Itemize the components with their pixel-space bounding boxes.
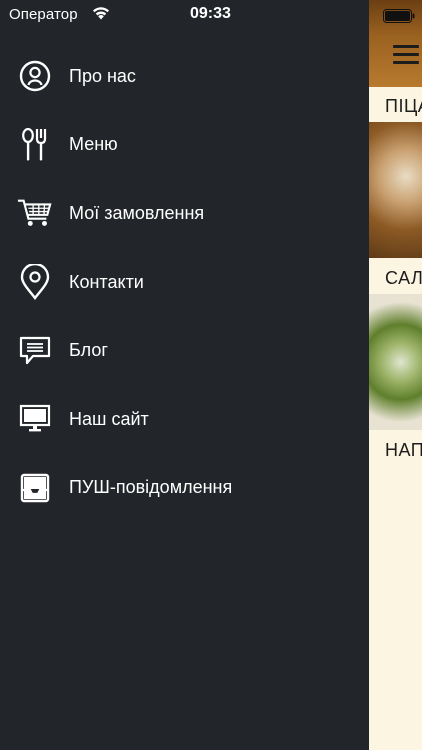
pizza-image[interactable] [369, 122, 422, 258]
menu-item-push-notifications[interactable]: ПУШ-повідомлення [0, 454, 369, 523]
cart-icon [17, 195, 53, 231]
menu-item-label: ПУШ-повідомлення [69, 477, 233, 498]
hamburger-menu-icon[interactable] [393, 45, 419, 69]
main-content-panel: ПІЦА САЛАТИ НАПОЇ [369, 0, 422, 750]
battery-icon [383, 9, 415, 23]
menu-item-label: Блог [69, 340, 108, 361]
menu-item-contacts[interactable]: Контакти [0, 248, 369, 317]
menu-item-label: Контакти [69, 271, 144, 292]
menu-item-label: Мої замовлення [69, 202, 205, 223]
menu-item-label: Про нас [69, 65, 136, 86]
chat-bubble-icon [17, 333, 53, 369]
menu-item-label: Наш сайт [69, 408, 149, 429]
clock-time: 09:33 [190, 5, 231, 22]
inbox-icon [17, 470, 53, 506]
drawer-menu: Про нас Меню Мої замовлення Контакти Бло… [0, 42, 369, 522]
menu-item-blog[interactable]: Блог [0, 316, 369, 385]
user-circle-icon [17, 58, 53, 94]
spoon-fork-icon [17, 127, 53, 163]
menu-item-orders[interactable]: Мої замовлення [0, 179, 369, 248]
map-pin-icon [17, 264, 53, 301]
salad-image[interactable] [369, 294, 422, 430]
category-drinks-label[interactable]: НАПОЇ [385, 440, 422, 461]
category-pizza-label[interactable]: ПІЦА [385, 96, 422, 117]
carrier-label: Оператор [9, 6, 78, 23]
category-salads-label[interactable]: САЛАТИ [385, 268, 422, 289]
menu-item-menu[interactable]: Меню [0, 111, 369, 180]
menu-item-about[interactable]: Про нас [0, 42, 369, 111]
status-bar: Оператор 09:33 [0, 0, 369, 30]
content-header [369, 0, 422, 87]
menu-item-label: Меню [69, 134, 118, 155]
side-drawer: Оператор 09:33 Про нас Меню Мої замовлен… [0, 0, 369, 750]
menu-item-website[interactable]: Наш сайт [0, 385, 369, 454]
wifi-icon [93, 7, 109, 20]
monitor-icon [17, 401, 53, 437]
